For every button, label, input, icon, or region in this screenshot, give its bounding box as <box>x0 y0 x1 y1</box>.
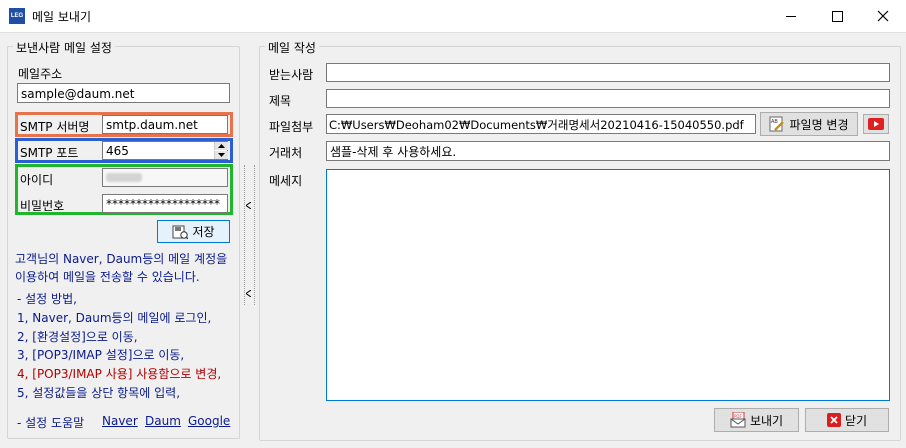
maximize-icon <box>831 10 843 22</box>
spin-down-icon <box>218 153 225 157</box>
setup-steps: - 설정 방법, 1, Naver, Daum등의 메일에 로그인, 2, [환… <box>17 290 221 403</box>
smtp-port-input[interactable]: 465 <box>102 141 228 160</box>
rename-file-icon: AB <box>769 116 785 132</box>
save-disk-icon <box>172 225 189 239</box>
svg-text:AB: AB <box>771 119 778 125</box>
step-5: 5, 설정값들을 상단 항목에 입력, <box>17 385 181 400</box>
rename-file-label: 파일명 변경 <box>789 117 849 132</box>
to-input[interactable] <box>326 63 890 82</box>
step-3: 3, [POP3/IMAP 설정]으로 이동, <box>17 348 185 363</box>
client-input[interactable]: 샘플-삭제 후 사용하세요. <box>326 141 890 161</box>
rename-file-button[interactable]: AB 파일명 변경 <box>760 112 858 136</box>
info-line-1: 고객님의 Naver, Daum등의 메일 계정을 <box>15 252 228 266</box>
collapse-arrow-icon <box>246 289 251 297</box>
password-input[interactable]: ******************* <box>102 194 228 213</box>
spin-down-button[interactable] <box>214 151 228 159</box>
collapse-arrow-icon <box>246 201 251 209</box>
maximize-button[interactable] <box>814 0 860 32</box>
svg-text:PDF: PDF <box>734 414 742 419</box>
message-textarea[interactable] <box>326 169 890 401</box>
close-x-icon <box>826 413 841 427</box>
spin-up-button[interactable] <box>214 142 228 150</box>
subject-label: 제목 <box>269 94 292 108</box>
save-label: 저장 <box>192 225 215 239</box>
close-dialog-label: 닫기 <box>844 413 868 428</box>
panel-splitter[interactable] <box>244 165 255 305</box>
email-label: 메일주소 <box>18 67 63 81</box>
email-input[interactable]: sample@daum.net <box>17 83 230 103</box>
attach-label: 파일첨부 <box>269 120 314 134</box>
play-icon <box>868 118 884 130</box>
subject-input[interactable] <box>326 89 890 108</box>
compose-title: 메일 작성 <box>265 39 319 56</box>
id-label: 아이디 <box>20 173 54 187</box>
send-button[interactable]: PDF 보내기 <box>714 408 799 432</box>
help-link-google[interactable]: Google <box>188 414 230 428</box>
smtp-port-label: SMTP 포트 <box>20 146 79 160</box>
minimize-button[interactable] <box>768 0 814 32</box>
pdf-mail-icon: PDF <box>730 412 746 428</box>
to-label: 받는사람 <box>269 68 314 82</box>
sender-settings-title: 보낸사람 메일 설정 <box>13 39 115 56</box>
collapse-handle-top[interactable] <box>244 197 253 213</box>
window-title: 메일 보내기 <box>32 10 92 24</box>
help-link-naver[interactable]: Naver <box>102 414 138 428</box>
app-logo-icon: LEG <box>9 8 25 24</box>
spin-up-icon <box>218 144 225 148</box>
info-text: 고객님의 Naver, Daum등의 메일 계정을 이용하여 메일을 전송할 수… <box>15 250 227 286</box>
smtp-server-label: SMTP 서버명 <box>20 120 90 134</box>
minimize-icon <box>786 15 796 17</box>
steps-title: - 설정 방법, <box>17 292 77 306</box>
smtp-port-value: 465 <box>106 144 129 158</box>
close-icon <box>877 10 889 22</box>
close-button[interactable] <box>860 0 906 32</box>
info-line-2: 이용하여 메일을 전송할 수 있습니다. <box>15 270 200 284</box>
id-blurred-value <box>106 173 142 182</box>
open-file-button[interactable] <box>863 114 889 134</box>
help-link-daum[interactable]: Daum <box>145 414 181 428</box>
id-input[interactable] <box>102 168 228 187</box>
step-2: 2, [환경설정]으로 이동, <box>17 329 138 344</box>
client-label: 거래처 <box>269 146 303 160</box>
close-dialog-button[interactable]: 닫기 <box>805 408 889 432</box>
help-label: - 설정 도움말 <box>17 416 85 430</box>
step-1: 1, Naver, Daum등의 메일에 로그인, <box>17 310 212 325</box>
attach-input[interactable]: C:₩Users₩Deoham02₩Documents₩거래명세서2021041… <box>326 114 756 134</box>
collapse-handle-bottom[interactable] <box>244 285 253 301</box>
title-bar: LEG 메일 보내기 <box>0 0 906 33</box>
step-4: 4, [POP3/IMAP 사용] 사용함으로 변경, <box>17 367 222 382</box>
password-label: 비밀번호 <box>20 199 65 213</box>
send-label: 보내기 <box>749 413 784 428</box>
message-label: 메세지 <box>269 174 303 188</box>
save-button[interactable]: 저장 <box>157 220 230 243</box>
smtp-server-input[interactable]: smtp.daum.net <box>102 115 228 134</box>
